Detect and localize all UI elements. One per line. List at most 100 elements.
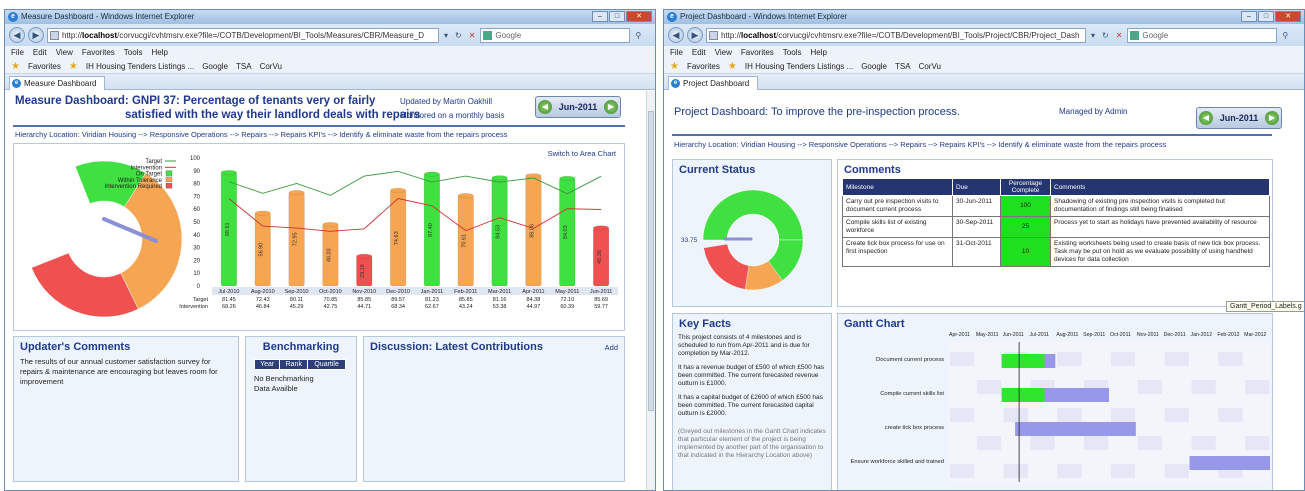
tab-project-dashboard[interactable]: e Project Dashboard (668, 76, 759, 90)
next-period-button[interactable]: ▶ (1265, 111, 1279, 125)
project-dashboard-window: e Project Dashboard - Windows Internet E… (663, 9, 1305, 491)
menu-item-favorites[interactable]: Favorites (82, 46, 115, 59)
add-favorite-icon[interactable]: ★ (69, 59, 78, 74)
forward-button[interactable]: ▶ (28, 27, 44, 43)
x-tick-label: Oct-2010 (319, 289, 342, 295)
page-icon (50, 30, 59, 40)
gantt-cell (1084, 436, 1109, 450)
gantt-cell (1218, 352, 1243, 366)
favorites-button[interactable]: Favorites (687, 59, 720, 74)
menu-item-favorites[interactable]: Favorites (741, 46, 774, 59)
current-period: Jun-2011 (558, 102, 598, 112)
dropdown-icon[interactable]: ▾ (442, 31, 450, 40)
add-contribution-link[interactable]: Add (605, 343, 618, 352)
milestone-cell: Create tick box process for use on first… (842, 237, 953, 267)
gauge-segment-0 (702, 189, 804, 241)
menu-item-tools[interactable]: Tools (783, 46, 802, 59)
milestone-row: Carry out pre inspection visits to docum… (842, 195, 1270, 217)
fav-link-housing[interactable]: IH Housing Tenders Listings ... (86, 59, 194, 74)
close-button[interactable]: ✕ (1275, 11, 1301, 22)
bar-cap (356, 253, 373, 259)
menu-item-tools[interactable]: Tools (124, 46, 143, 59)
x-tick-label: Nov-2010 (352, 289, 376, 295)
fav-link-tsa[interactable]: TSA (895, 59, 911, 74)
menu-item-help[interactable]: Help (151, 46, 167, 59)
prev-period-button[interactable]: ◀ (538, 100, 552, 114)
refresh-icon[interactable]: ↻ (1100, 31, 1111, 40)
gantt-cell (1164, 408, 1189, 422)
minimize-button[interactable]: – (1241, 11, 1257, 22)
favorites-button[interactable]: Favorites (28, 59, 61, 74)
milestone-row: Compile skills list of existing workforc… (842, 216, 1270, 238)
fav-link-google[interactable]: Google (861, 59, 887, 74)
refresh-icon[interactable]: ↻ (453, 31, 464, 40)
back-button[interactable]: ◀ (668, 27, 684, 43)
gantt-month-label: Apr-2011 (949, 332, 970, 338)
search-icon[interactable]: ⚲ (1280, 31, 1290, 40)
breadcrumb[interactable]: Hierarchy Location: Viridian Housing -->… (15, 130, 507, 139)
bar-cap (254, 210, 271, 216)
y-tick-label: 30 (193, 246, 200, 252)
window-controls: – □ ✕ (1241, 11, 1301, 22)
benchmark-empty-text: No Benchmarking Data Availble (254, 374, 314, 393)
close-button[interactable]: ✕ (626, 11, 652, 22)
search-input[interactable]: Google (1127, 27, 1278, 43)
legend-label: Intervention Required (105, 184, 162, 190)
vertical-scrollbar[interactable] (646, 91, 655, 490)
breadcrumb[interactable]: Hierarchy Location: Viridian Housing -->… (674, 140, 1166, 149)
legend-box-swatch (165, 170, 173, 176)
bench-col-rank: Rank (279, 359, 309, 370)
comment-cell: Process yet to start as holidays have pr… (1050, 216, 1270, 238)
fav-link-corvu[interactable]: CorVu (919, 59, 941, 74)
fav-link-corvu[interactable]: CorVu (260, 59, 282, 74)
menu-item-help[interactable]: Help (810, 46, 826, 59)
favorites-star-icon: ★ (670, 60, 679, 72)
gantt-cell (1137, 380, 1162, 394)
due-cell: 31-Oct-2011 (952, 237, 1001, 267)
back-button[interactable]: ◀ (9, 27, 25, 43)
fav-link-tsa[interactable]: TSA (236, 59, 252, 74)
stop-icon[interactable]: ✕ (1114, 31, 1125, 40)
maximize-button[interactable]: □ (1258, 11, 1274, 22)
intervention-value: 44.97 (527, 304, 541, 310)
menu-item-view[interactable]: View (715, 46, 732, 59)
bar-value-label: 56.90 (259, 243, 265, 257)
x-tick-label: Dec-2010 (386, 289, 410, 295)
stop-icon[interactable]: ✕ (467, 31, 478, 40)
intervention-value: 44.71 (357, 304, 371, 310)
url-field[interactable]: http://localhost/corvucgi/cvhtmsrv.exe?f… (706, 27, 1086, 43)
tab-bar: e Project Dashboard (664, 74, 1304, 90)
gantt-bar (1015, 422, 1136, 436)
target-value: 85.85 (459, 297, 473, 303)
monitoring-frequency: Monitored on a monthly basis (400, 111, 505, 120)
bar-cap (457, 193, 474, 199)
menu-item-view[interactable]: View (56, 46, 73, 59)
fav-link-google[interactable]: Google (202, 59, 228, 74)
next-period-button[interactable]: ▶ (604, 100, 618, 114)
menu-item-file[interactable]: File (11, 46, 24, 59)
prev-period-button[interactable]: ◀ (1199, 111, 1213, 125)
current-status-panel: Current Status 33.75 (672, 159, 832, 307)
add-favorite-icon[interactable]: ★ (728, 59, 737, 74)
benchmark-table: Year Rank Quartile (253, 359, 346, 370)
menu-item-file[interactable]: File (670, 46, 683, 59)
legend-label: Target (145, 159, 162, 165)
url-field[interactable]: http://localhost/corvucgi/cvhtmsrv.exe?f… (47, 27, 439, 43)
search-input[interactable]: Google (480, 27, 631, 43)
menu-item-edit[interactable]: Edit (33, 46, 47, 59)
fav-link-housing[interactable]: IH Housing Tenders Listings ... (745, 59, 853, 74)
dropdown-icon[interactable]: ▾ (1089, 31, 1097, 40)
maximize-button[interactable]: □ (609, 11, 625, 22)
forward-button[interactable]: ▶ (687, 27, 703, 43)
minimize-button[interactable]: – (592, 11, 608, 22)
measure-chart-panel: Switch to Area Chart Target Intervention O… (13, 143, 625, 331)
tab-measure-dashboard[interactable]: e Measure Dashboard (9, 76, 106, 90)
milestone-cell: Compile skills list of existing workforc… (842, 216, 953, 238)
tooltip: Gantt_Period_Labels.g (1226, 301, 1304, 312)
search-icon[interactable]: ⚲ (633, 31, 643, 40)
scrollbar-thumb[interactable] (648, 111, 654, 411)
menu-item-edit[interactable]: Edit (692, 46, 706, 59)
milestone-table: Milestone Due Percentage Complete Commen… (842, 178, 1270, 267)
tab-ie-icon: e (671, 79, 680, 88)
gantt-task-label: Compile current skills list (880, 391, 944, 397)
